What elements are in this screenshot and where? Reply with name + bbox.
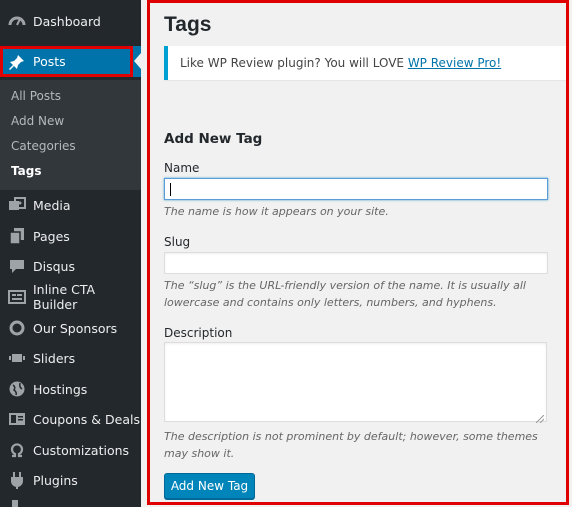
- name-help-text: The name is how it appears on your site.: [164, 205, 389, 218]
- resize-handle-icon[interactable]: [535, 411, 545, 424]
- menu-item-label: Hostings: [33, 381, 88, 397]
- add-new-tag-button[interactable]: Add New Tag: [164, 473, 255, 499]
- menu-item-label: Our Sponsors: [33, 320, 118, 336]
- submenu-item-tags[interactable]: Tags: [11, 164, 41, 178]
- menu-item-dashboard[interactable]: Dashboard: [0, 6, 141, 36]
- menu-item-coupons-deals[interactable]: Coupons & Deals: [0, 404, 141, 434]
- submenu-item-all-posts[interactable]: All Posts: [11, 89, 61, 103]
- description-textarea[interactable]: [164, 342, 547, 424]
- media-icon: [8, 196, 26, 214]
- current-menu-arrow: [134, 53, 141, 69]
- menu-item-sliders[interactable]: Sliders: [0, 343, 141, 373]
- name-label: Name: [164, 161, 200, 175]
- menu-item-media[interactable]: Media: [0, 190, 141, 220]
- circle-icon: [8, 319, 26, 337]
- description-label: Description: [164, 326, 233, 340]
- menu-item-label: Dashboard: [33, 13, 101, 29]
- menu-item-label: Customizations: [33, 442, 130, 458]
- menu-item-label: Sliders: [33, 350, 76, 366]
- pin-icon: [8, 53, 26, 71]
- notice-text: Like WP Review plugin? You will LOVE WP …: [180, 56, 501, 70]
- slider-icon: [8, 349, 26, 367]
- page-title: Tags: [164, 13, 212, 36]
- menu-item-label: Plugins: [33, 472, 78, 488]
- slug-input[interactable]: [164, 252, 548, 274]
- coupon-icon: [8, 410, 26, 428]
- dashboard-icon: [8, 12, 26, 30]
- pages-icon: [8, 227, 26, 245]
- menu-item-label: Coupons & Deals: [33, 411, 140, 427]
- form-heading: Add New Tag: [164, 131, 263, 147]
- posts-submenu: All Posts Add New Categories Tags: [0, 80, 141, 190]
- text-caret: [170, 183, 171, 196]
- menu-item-label: Media: [33, 197, 71, 213]
- cta-icon: [8, 288, 26, 306]
- slug-label: Slug: [164, 235, 191, 249]
- menu-item-label: Inline CTA Builder: [33, 282, 96, 312]
- menu-item-customizations[interactable]: Customizations: [0, 435, 141, 465]
- slug-help-text: The “slug” is the URL-friendly version o…: [164, 279, 526, 309]
- plugin-icon: [8, 471, 26, 489]
- menu-item-label: Disqus: [33, 258, 75, 274]
- submenu-item-categories[interactable]: Categories: [11, 139, 76, 153]
- menu-item-label: Pages: [33, 228, 70, 244]
- menu-item-pages[interactable]: Pages: [0, 221, 141, 251]
- notice-message: Like WP Review plugin? You will LOVE: [180, 56, 408, 70]
- admin-sidebar: Dashboard Posts All Posts Add New Catego…: [0, 0, 141, 507]
- plugin-notice: Like WP Review plugin? You will LOVE WP …: [164, 46, 566, 80]
- partial-menu-icon: [12, 500, 18, 507]
- omega-icon: [8, 441, 26, 459]
- menu-item-posts[interactable]: Posts: [0, 46, 141, 77]
- description-help-text: The description is not prominent by defa…: [164, 430, 538, 460]
- menu-item-hostings[interactable]: Hostings: [0, 374, 141, 404]
- globe-icon: [8, 380, 26, 398]
- name-input[interactable]: [164, 178, 548, 200]
- menu-item-label: Posts: [33, 54, 66, 69]
- menu-item-inline-cta-builder[interactable]: Inline CTA Builder: [0, 282, 141, 312]
- menu-item-plugins[interactable]: Plugins: [0, 465, 141, 495]
- menu-item-disqus[interactable]: Disqus: [0, 251, 141, 281]
- notice-link[interactable]: WP Review Pro!: [408, 56, 501, 70]
- comment-icon: [8, 257, 26, 275]
- submenu-item-add-new[interactable]: Add New: [11, 114, 64, 128]
- menu-item-our-sponsors[interactable]: Our Sponsors: [0, 313, 141, 343]
